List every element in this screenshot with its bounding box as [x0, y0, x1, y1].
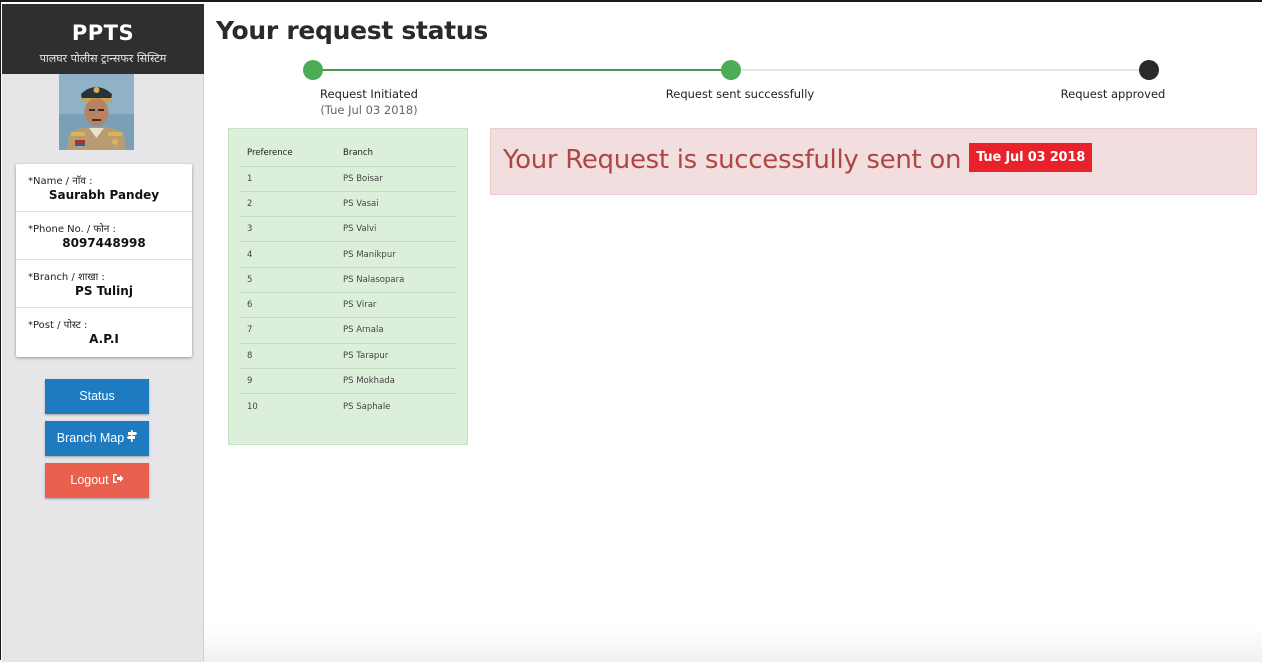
- table-row: 9 PS Mokhada: [239, 368, 457, 395]
- branch-map-button[interactable]: Branch Map: [45, 421, 149, 456]
- table-row: 3 PS Valvi: [239, 216, 457, 243]
- branch-name: PS Nalasopara: [335, 267, 457, 293]
- preference-number: 9: [239, 368, 335, 395]
- table-row: 2 PS Vasai: [239, 191, 457, 218]
- branch-label: *Branch / शाखा :: [28, 272, 105, 283]
- app-window: PPTS पालघर पोलीस ट्रान्सफर सिस्टिम *Name…: [0, 0, 1262, 662]
- sidebar: PPTS पालघर पोलीस ट्रान्सफर सिस्टिम *Name…: [2, 4, 204, 662]
- preference-number: 4: [239, 241, 335, 268]
- preference-number: 8: [239, 343, 335, 369]
- preferences-panel: Preference Branch 1 PS Boisar 2 PS Vasai 3…: [228, 128, 468, 445]
- alert-message: Your Request is successfully sent on Tue …: [503, 143, 1093, 175]
- page-title: Your request status: [216, 16, 488, 45]
- success-alert: Your Request is successfully sent on Tue …: [490, 128, 1257, 195]
- map-signs-icon: [127, 421, 138, 456]
- step-initiated-dot: [303, 60, 323, 80]
- status-button[interactable]: Status: [45, 379, 149, 414]
- table-row: 5 PS Nalasopara: [239, 267, 457, 293]
- branch-name: PS Arnala: [335, 317, 457, 344]
- preferences-table: Preference Branch 1 PS Boisar 2 PS Vasai 3…: [239, 141, 457, 419]
- status-button-label: Status: [79, 389, 115, 403]
- officer-photo-icon: [59, 74, 134, 150]
- branch-value: PS Tulinj: [75, 284, 133, 298]
- branch-map-button-label: Branch Map: [56, 431, 125, 445]
- profile-branch-row: *Branch / शाखा : PS Tulinj: [16, 260, 192, 308]
- step-approved-label: Request approved: [1060, 87, 1166, 101]
- preference-number: 7: [239, 317, 335, 344]
- brand-subtitle: पालघर पोलीस ट्रान्सफर सिस्टिम: [39, 52, 167, 65]
- branch-name: PS Valvi: [335, 216, 457, 243]
- preference-number: 2: [239, 191, 335, 218]
- table-row: 1 PS Boisar: [239, 166, 457, 192]
- profile-name-row: *Name / नाॅव : Saurabh Pandey: [16, 164, 192, 212]
- post-value: A.P.I: [89, 332, 119, 346]
- preference-number: 1: [239, 166, 335, 192]
- avatar: [59, 74, 134, 150]
- step-approved-dot: [1139, 60, 1159, 80]
- brand-title: PPTS: [71, 21, 135, 45]
- sent-date-badge: Tue Jul 03 2018: [969, 143, 1093, 172]
- phone-label: *Phone No. / फोन :: [28, 224, 116, 235]
- branch-name: PS Tarapur: [335, 343, 457, 369]
- profile-phone-row: *Phone No. / फोन : 8097448998: [16, 212, 192, 260]
- alert-message-text: Your Request is successfully sent on: [503, 145, 962, 175]
- step-sent-label: Request sent successfully: [665, 87, 815, 101]
- step-initiated-date: (Tue Jul 03 2018): [320, 103, 418, 117]
- branch-column-header: Branch: [335, 141, 457, 167]
- branch-name: PS Manikpur: [335, 241, 457, 268]
- progress-line-pending: [731, 69, 1149, 71]
- post-label: *Post / पोस्ट :: [28, 320, 88, 331]
- profile-card: *Name / नाॅव : Saurabh Pandey *Phone No.…: [16, 164, 192, 357]
- branch-name: PS Virar: [335, 292, 457, 319]
- brand-header: PPTS पालघर पोलीस ट्रान्सफर सिस्टिम: [2, 4, 204, 74]
- table-row: 10 PS Saphale: [239, 394, 457, 419]
- branch-name: PS Vasai: [335, 191, 457, 218]
- table-row: 8 PS Tarapur: [239, 343, 457, 369]
- sign-out-icon: [112, 463, 124, 498]
- table-row: 6 PS Virar: [239, 292, 457, 319]
- profile-post-row: *Post / पोस्ट : A.P.I: [16, 308, 192, 356]
- logout-button[interactable]: Logout: [45, 463, 149, 498]
- name-value: Saurabh Pandey: [48, 188, 160, 202]
- logout-button-label: Logout: [70, 473, 109, 487]
- page-footer-shade: [204, 627, 1262, 662]
- preference-number: 3: [239, 216, 335, 243]
- step-initiated-label: Request Initiated: [320, 87, 418, 101]
- phone-value: 8097448998: [62, 236, 146, 250]
- step-sent-dot: [721, 60, 741, 80]
- branch-name: PS Mokhada: [335, 368, 457, 395]
- table-row: 4 PS Manikpur: [239, 241, 457, 268]
- preference-column-header: Preference: [239, 141, 335, 167]
- preference-number: 6: [239, 292, 335, 319]
- branch-name: PS Saphale: [343, 401, 391, 412]
- preference-number: 5: [239, 267, 335, 293]
- name-label: *Name / नाॅव :: [28, 176, 93, 187]
- preference-number: 10: [247, 401, 258, 412]
- table-row: 7 PS Arnala: [239, 317, 457, 344]
- table-header-row: Preference Branch: [239, 141, 457, 167]
- branch-name: PS Boisar: [335, 166, 457, 192]
- progress-line-completed: [313, 69, 731, 71]
